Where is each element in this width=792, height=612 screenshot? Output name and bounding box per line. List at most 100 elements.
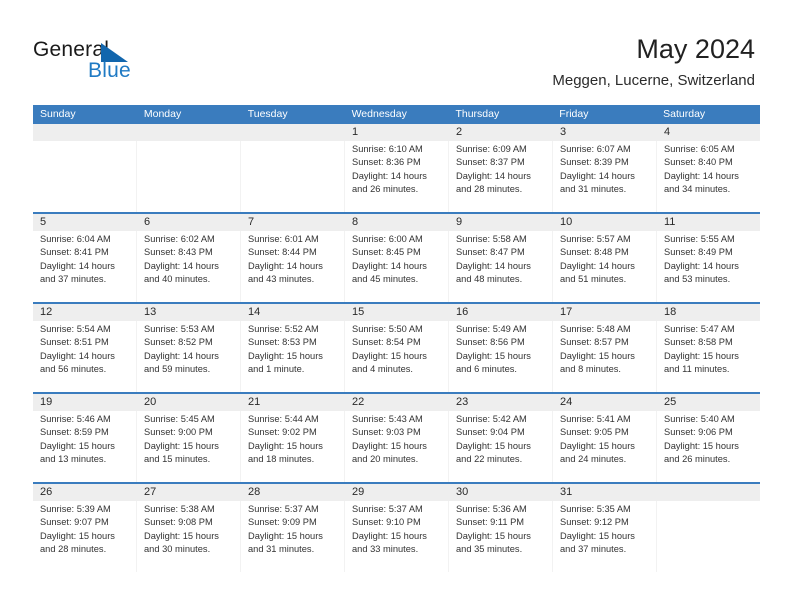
- day-detail-line: Sunrise: 5:42 AM: [456, 414, 527, 424]
- calendar-week-row: 12 13 14 15 16 17 18 Sunrise: 5:54 AM Sunset: 8:…: [33, 302, 760, 392]
- day-number-8[interactable]: 8: [345, 214, 449, 231]
- day-cell-4[interactable]: Sunrise: 6:05 AM Sunset: 8:40 PM Daylight:…: [657, 141, 760, 212]
- day-cell-7[interactable]: Sunrise: 6:01 AM Sunset: 8:44 PM Daylight:…: [241, 231, 345, 302]
- day-detail-line: Sunset: 9:00 PM: [144, 427, 213, 438]
- day-cell-3[interactable]: Sunrise: 6:07 AM Sunset: 8:39 PM Daylight:…: [553, 141, 657, 212]
- day-detail-line: Sunrise: 5:44 AM: [248, 414, 319, 424]
- day-detail-line: Sunset: 8:51 PM: [40, 337, 109, 348]
- day-number-30[interactable]: 30: [449, 484, 553, 501]
- day-number-24[interactable]: 24: [553, 394, 657, 411]
- day-detail-line: Daylight: 14 hours: [352, 260, 427, 271]
- day-number-13[interactable]: 13: [137, 304, 241, 321]
- day-number-28[interactable]: 28: [241, 484, 345, 501]
- day-number-14[interactable]: 14: [241, 304, 345, 321]
- day-number-25[interactable]: 25: [657, 394, 760, 411]
- day-cell-31[interactable]: Sunrise: 5:35 AM Sunset: 9:12 PM Daylight:…: [553, 501, 657, 572]
- day-cell-10[interactable]: Sunrise: 5:57 AM Sunset: 8:48 PM Daylight:…: [553, 231, 657, 302]
- day-number-26[interactable]: 26: [33, 484, 137, 501]
- day-cell-19[interactable]: Sunrise: 5:46 AM Sunset: 8:59 PM Daylight:…: [33, 411, 137, 482]
- day-cell-23[interactable]: Sunrise: 5:42 AM Sunset: 9:04 PM Daylight:…: [449, 411, 553, 482]
- day-cell-24[interactable]: Sunrise: 5:41 AM Sunset: 9:05 PM Daylight:…: [553, 411, 657, 482]
- day-cell-30[interactable]: Sunrise: 5:36 AM Sunset: 9:11 PM Daylight:…: [449, 501, 553, 572]
- day-detail-line: Sunrise: 5:50 AM: [352, 324, 423, 334]
- calendar-grid: Sunday Monday Tuesday Wednesday Thursday Frid…: [33, 105, 760, 572]
- day-cell-26[interactable]: Sunrise: 5:39 AM Sunset: 9:07 PM Daylight:…: [33, 501, 137, 572]
- day-number-4[interactable]: 4: [657, 124, 760, 141]
- day-number-22[interactable]: 22: [345, 394, 449, 411]
- week-detail-band: Sunrise: 6:04 AM Sunset: 8:41 PM Daylight:…: [33, 231, 760, 302]
- day-detail-line: and 26 minutes.: [352, 184, 419, 195]
- day-cell-27[interactable]: Sunrise: 5:38 AM Sunset: 9:08 PM Daylight:…: [137, 501, 241, 572]
- day-detail-line: and 33 minutes.: [352, 544, 419, 555]
- day-number-16[interactable]: 16: [449, 304, 553, 321]
- day-cell-16[interactable]: Sunrise: 5:49 AM Sunset: 8:56 PM Daylight:…: [449, 321, 553, 392]
- day-number-21[interactable]: 21: [241, 394, 345, 411]
- day-number-18[interactable]: 18: [657, 304, 760, 321]
- day-number-6[interactable]: 6: [137, 214, 241, 231]
- week-date-number-band: 19 20 21 22 23 24 25: [33, 394, 760, 411]
- day-number-2[interactable]: 2: [449, 124, 553, 141]
- day-detail-line: and 45 minutes.: [352, 274, 419, 285]
- day-cell-5[interactable]: Sunrise: 6:04 AM Sunset: 8:41 PM Daylight:…: [33, 231, 137, 302]
- day-detail-line: Daylight: 14 hours: [560, 260, 635, 271]
- day-number-29[interactable]: 29: [345, 484, 449, 501]
- day-number-9[interactable]: 9: [449, 214, 553, 231]
- day-detail-line: Daylight: 15 hours: [352, 350, 427, 361]
- day-number-3[interactable]: 3: [553, 124, 657, 141]
- day-number-11[interactable]: 11: [657, 214, 760, 231]
- day-number-15[interactable]: 15: [345, 304, 449, 321]
- day-cell-22[interactable]: Sunrise: 5:43 AM Sunset: 9:03 PM Daylight:…: [345, 411, 449, 482]
- calendar-weeks: 1 2 3 4 Sunrise: 6:10 AM Sunset: 8:36 PM Dayli…: [33, 124, 760, 572]
- day-detail-line: Sunrise: 5:46 AM: [40, 414, 111, 424]
- day-number-10[interactable]: 10: [553, 214, 657, 231]
- day-detail-line: and 22 minutes.: [456, 454, 523, 465]
- day-cell-2[interactable]: Sunrise: 6:09 AM Sunset: 8:37 PM Daylight:…: [449, 141, 553, 212]
- day-detail-line: and 24 minutes.: [560, 454, 627, 465]
- day-detail-line: Sunrise: 5:53 AM: [144, 324, 215, 334]
- day-cell-14[interactable]: Sunrise: 5:52 AM Sunset: 8:53 PM Daylight:…: [241, 321, 345, 392]
- day-detail-line: Sunset: 8:41 PM: [40, 247, 109, 258]
- day-cell-21[interactable]: Sunrise: 5:44 AM Sunset: 9:02 PM Daylight:…: [241, 411, 345, 482]
- day-cell-20[interactable]: Sunrise: 5:45 AM Sunset: 9:00 PM Daylight:…: [137, 411, 241, 482]
- day-cell-25[interactable]: Sunrise: 5:40 AM Sunset: 9:06 PM Daylight:…: [657, 411, 760, 482]
- day-cell-18[interactable]: Sunrise: 5:47 AM Sunset: 8:58 PM Daylight:…: [657, 321, 760, 392]
- day-cell-28[interactable]: Sunrise: 5:37 AM Sunset: 9:09 PM Daylight:…: [241, 501, 345, 572]
- day-detail-line: and 1 minute.: [248, 364, 305, 375]
- day-detail-line: Daylight: 15 hours: [144, 440, 219, 451]
- day-number-5[interactable]: 5: [33, 214, 137, 231]
- day-cell-9[interactable]: Sunrise: 5:58 AM Sunset: 8:47 PM Daylight:…: [449, 231, 553, 302]
- day-cell-1[interactable]: Sunrise: 6:10 AM Sunset: 8:36 PM Daylight:…: [345, 141, 449, 212]
- day-number-27[interactable]: 27: [137, 484, 241, 501]
- day-detail-line: Sunset: 8:45 PM: [352, 247, 421, 258]
- day-number-31[interactable]: 31: [553, 484, 657, 501]
- day-number-19[interactable]: 19: [33, 394, 137, 411]
- day-number-7[interactable]: 7: [241, 214, 345, 231]
- day-number-17[interactable]: 17: [553, 304, 657, 321]
- day-number-1[interactable]: 1: [345, 124, 449, 141]
- day-of-week-friday: Friday: [559, 108, 589, 120]
- day-cell-15[interactable]: Sunrise: 5:50 AM Sunset: 8:54 PM Daylight:…: [345, 321, 449, 392]
- day-cell-12[interactable]: Sunrise: 5:54 AM Sunset: 8:51 PM Daylight:…: [33, 321, 137, 392]
- day-detail-line: Daylight: 15 hours: [248, 350, 323, 361]
- day-of-week-header-row: Sunday Monday Tuesday Wednesday Thursday Frid…: [33, 105, 760, 124]
- day-number-12[interactable]: 12: [33, 304, 137, 321]
- day-number-23[interactable]: 23: [449, 394, 553, 411]
- day-number-empty: [241, 124, 345, 141]
- day-number-20[interactable]: 20: [137, 394, 241, 411]
- day-cell-13[interactable]: Sunrise: 5:53 AM Sunset: 8:52 PM Daylight:…: [137, 321, 241, 392]
- day-cell-6[interactable]: Sunrise: 6:02 AM Sunset: 8:43 PM Daylight:…: [137, 231, 241, 302]
- day-detail-line: and 31 minutes.: [560, 184, 627, 195]
- day-detail-line: Sunrise: 6:10 AM: [352, 144, 423, 154]
- day-detail-line: Daylight: 15 hours: [456, 350, 531, 361]
- day-detail-line: Sunset: 8:36 PM: [352, 157, 421, 168]
- day-cell-17[interactable]: Sunrise: 5:48 AM Sunset: 8:57 PM Daylight:…: [553, 321, 657, 392]
- day-detail-line: and 43 minutes.: [248, 274, 315, 285]
- day-cell-11[interactable]: Sunrise: 5:55 AM Sunset: 8:49 PM Daylight:…: [657, 231, 760, 302]
- day-detail-line: and 56 minutes.: [40, 364, 107, 375]
- general-blue-logo[interactable]: General Blue: [33, 38, 273, 90]
- day-detail-line: Daylight: 15 hours: [248, 440, 323, 451]
- day-detail-line: Sunset: 8:37 PM: [456, 157, 525, 168]
- day-cell-8[interactable]: Sunrise: 6:00 AM Sunset: 8:45 PM Daylight:…: [345, 231, 449, 302]
- day-detail-line: Daylight: 15 hours: [40, 530, 115, 541]
- day-cell-29[interactable]: Sunrise: 5:37 AM Sunset: 9:10 PM Daylight:…: [345, 501, 449, 572]
